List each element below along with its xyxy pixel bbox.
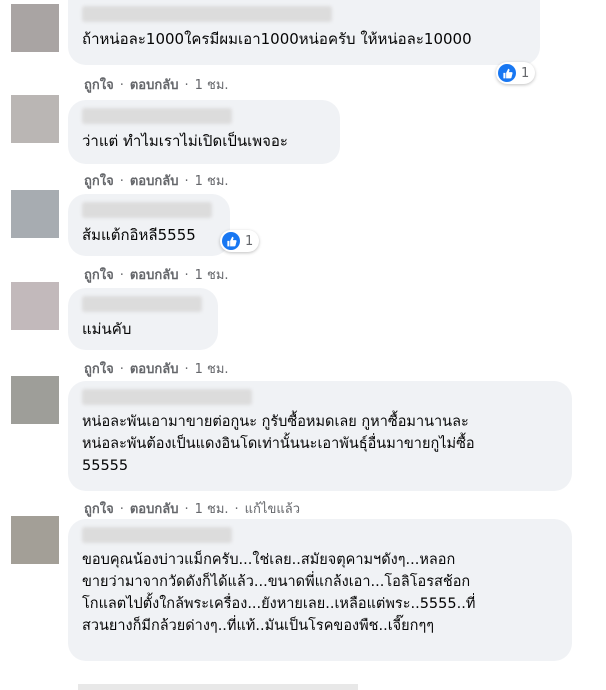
comment-bubble: ถ้าหน่อละ1000ใครมีผมเอา1000หน่อครับ ให้ห… [68, 0, 540, 65]
like-reaction-icon [498, 64, 516, 82]
commenter-name[interactable] [82, 527, 232, 543]
comment-bubble: แม่นคับ [68, 288, 218, 350]
comment-actions: ถูกใจ · ตอบกลับ · 1 ชม. [84, 174, 229, 189]
comment-text: แม่นคับ [82, 320, 132, 338]
comment-text: ถ้าหน่อละ1000ใครมีผมเอา1000หน่อครับ ให้ห… [82, 30, 472, 48]
commenter-name[interactable] [82, 202, 212, 218]
commenter-name[interactable] [82, 389, 252, 405]
comment-text: ขอบคุณน้องบ่าวแม็กครับ...ใช่เลย..สมัยจตุ… [82, 552, 476, 634]
avatar[interactable] [11, 190, 59, 238]
comment-bubble: ส้มแต้กอิหลี5555 [68, 194, 230, 256]
comment-actions: ถูกใจ · ตอบกลับ · 1 ชม. · แก้ไขแล้ว [84, 502, 300, 517]
comment-time[interactable]: 1 ชม. [195, 268, 229, 283]
avatar[interactable] [11, 516, 59, 564]
comment-time[interactable]: 1 ชม. [195, 78, 229, 93]
like-link[interactable]: ถูกใจ [84, 502, 114, 517]
like-link[interactable]: ถูกใจ [84, 268, 114, 283]
comment-text: ส้มแต้กอิหลี5555 [82, 226, 196, 244]
reaction-count[interactable]: 1 [496, 62, 536, 84]
comment-time[interactable]: 1 ชม. [195, 174, 229, 189]
avatar[interactable] [11, 95, 59, 143]
comment-time[interactable]: 1 ชม. [195, 362, 229, 377]
avatar[interactable] [11, 282, 59, 330]
next-comment-preview [78, 684, 358, 690]
reaction-count-value: 1 [521, 65, 530, 81]
comment-bubble: ขอบคุณน้องบ่าวแม็กครับ...ใช่เลย..สมัยจตุ… [68, 519, 572, 661]
comment-time[interactable]: 1 ชม. [195, 502, 229, 517]
like-link[interactable]: ถูกใจ [84, 174, 114, 189]
reply-link[interactable]: ตอบกลับ [130, 174, 179, 189]
like-link[interactable]: ถูกใจ [84, 362, 114, 377]
reaction-count-value: 1 [245, 233, 254, 249]
comment-text: ว่าแต่ ทำไมเราไม่เปิดเป็นเพจอะ [82, 132, 288, 150]
reply-link[interactable]: ตอบกลับ [130, 78, 179, 93]
comment-actions: ถูกใจ · ตอบกลับ · 1 ชม. [84, 362, 229, 377]
like-link[interactable]: ถูกใจ [84, 78, 114, 93]
reply-link[interactable]: ตอบกลับ [130, 362, 179, 377]
edited-label[interactable]: แก้ไขแล้ว [245, 502, 300, 517]
comment-actions: ถูกใจ · ตอบกลับ · 1 ชม. [84, 268, 229, 283]
comment-bubble: หน่อละพันเอามาขายต่อกูนะ กูรับซื้อหมดเลย… [68, 381, 572, 491]
comment-actions: ถูกใจ · ตอบกลับ · 1 ชม. [84, 78, 229, 93]
commenter-name[interactable] [82, 6, 332, 22]
avatar[interactable] [11, 376, 59, 424]
reply-link[interactable]: ตอบกลับ [130, 268, 179, 283]
comment-text: หน่อละพันเอามาขายต่อกูนะ กูรับซื้อหมดเลย… [82, 414, 475, 474]
commenter-name[interactable] [82, 296, 202, 312]
commenter-name[interactable] [82, 108, 232, 124]
reply-link[interactable]: ตอบกลับ [130, 502, 179, 517]
reaction-count[interactable]: 1 [220, 230, 260, 252]
comment-bubble: ว่าแต่ ทำไมเราไม่เปิดเป็นเพจอะ [68, 100, 340, 164]
like-reaction-icon [222, 232, 240, 250]
avatar[interactable] [11, 4, 59, 52]
